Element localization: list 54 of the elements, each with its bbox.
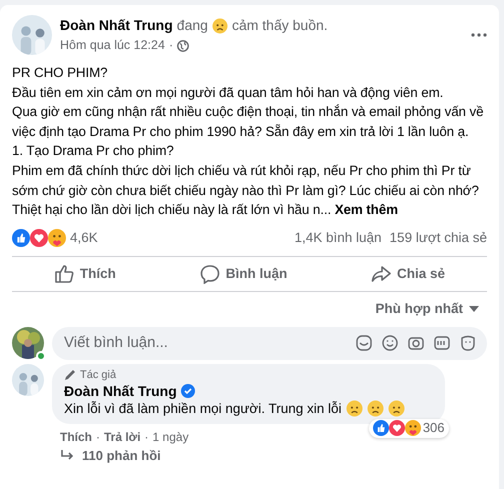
pencil-icon xyxy=(64,368,76,381)
feeling-text: cảm thấy buồn. xyxy=(232,16,328,36)
feeling-text: đang xyxy=(176,16,208,36)
emoji-icon[interactable] xyxy=(381,334,399,352)
sad-emoji-icon xyxy=(346,400,363,418)
more-icon[interactable] xyxy=(471,33,487,37)
reply-link[interactable]: Trả lời xyxy=(104,428,141,446)
comment-icon xyxy=(200,264,220,284)
replies-link[interactable]: 110 phản hồi xyxy=(82,446,161,466)
sort-dropdown[interactable]: Phù hợp nhất xyxy=(367,296,487,322)
post-text: Phim em đã chính thức dời lịch chiếu và rút khỏi rạp, nếu Pr cho phim thì Pr từ sớm chứ giờ còn chưa biết chiếu ngày nào thì Pr làm gì? Lúc chiếu ai còn nhớ? Thiệt hại cho lần dời lịch chiếu này là rất lớn vì hầu n... Xem thêm xyxy=(12,162,480,220)
sticker-icon[interactable] xyxy=(355,334,373,352)
share-icon xyxy=(371,264,392,284)
like-button[interactable]: Thích xyxy=(46,261,124,288)
comment-count[interactable]: 1,4K bình luận xyxy=(294,228,382,248)
like-link[interactable]: Thích xyxy=(60,428,92,446)
hug-reaction-icon xyxy=(404,420,421,436)
share-count[interactable]: 159 lượt chia sẻ xyxy=(390,228,487,248)
post-text: Đầu tiên em xin cảm ơn mọi người đã quan tâm hỏi han và động viên em. xyxy=(12,84,444,102)
avatar xyxy=(12,15,52,55)
post-text: PR CHO PHIM? xyxy=(12,64,109,82)
reaction-summary[interactable]: 306 xyxy=(368,418,449,438)
like-reaction-icon xyxy=(372,420,389,436)
author-name[interactable]: Đoàn Nhất Trung xyxy=(60,15,173,36)
comment-text: Xin lỗi vì đã làm phiền mọi người. Trung xin lỗi xyxy=(64,400,342,418)
like-icon xyxy=(54,264,74,284)
sad-emoji-icon xyxy=(212,18,228,34)
heart-reaction-icon xyxy=(30,228,48,247)
reply-arrow-icon xyxy=(60,450,74,460)
caret-icon xyxy=(469,306,479,312)
commenter-name[interactable]: Đoàn Nhất Trung xyxy=(64,382,177,400)
post-text: Qua giờ em cũng nhận rất nhiều cuộc điện thoại, tin nhắn và email phỏng vấn về việc định tạo Drama Pr cho phim 1990 hả? Sẵn đây em xin trả lời 1 lần luôn ạ. xyxy=(12,103,484,141)
comment-time[interactable]: 1 ngày xyxy=(152,428,189,446)
author-label: Tác giả xyxy=(80,368,116,382)
like-reaction-icon xyxy=(12,228,30,247)
post-time[interactable]: Hôm qua lúc 12:24 xyxy=(60,36,165,55)
globe-icon xyxy=(177,40,190,52)
heart-reaction-icon xyxy=(388,420,405,436)
share-button[interactable]: Chia sẻ xyxy=(363,261,454,288)
separator-dot: · xyxy=(168,37,174,54)
sad-emoji-icon xyxy=(388,400,405,418)
avatar xyxy=(12,364,44,396)
reaction-count[interactable]: 4,6K xyxy=(70,228,294,248)
separator-dot: · xyxy=(96,428,100,446)
hug-reaction-icon xyxy=(48,228,66,247)
separator-dot: · xyxy=(144,428,149,446)
comment-field[interactable]: Viết bình luận... xyxy=(52,326,487,360)
comment-button[interactable]: Bình luận xyxy=(192,261,296,288)
post-text: 1. Tạo Drama Pr cho phim? xyxy=(12,142,175,160)
see-more-link[interactable]: Xem thêm xyxy=(334,202,398,218)
comment-input-field[interactable]: Viết bình luận... xyxy=(62,330,347,356)
avatar xyxy=(12,327,44,359)
sad-emoji-icon xyxy=(366,400,384,418)
reaction-count: 306 xyxy=(422,420,445,437)
